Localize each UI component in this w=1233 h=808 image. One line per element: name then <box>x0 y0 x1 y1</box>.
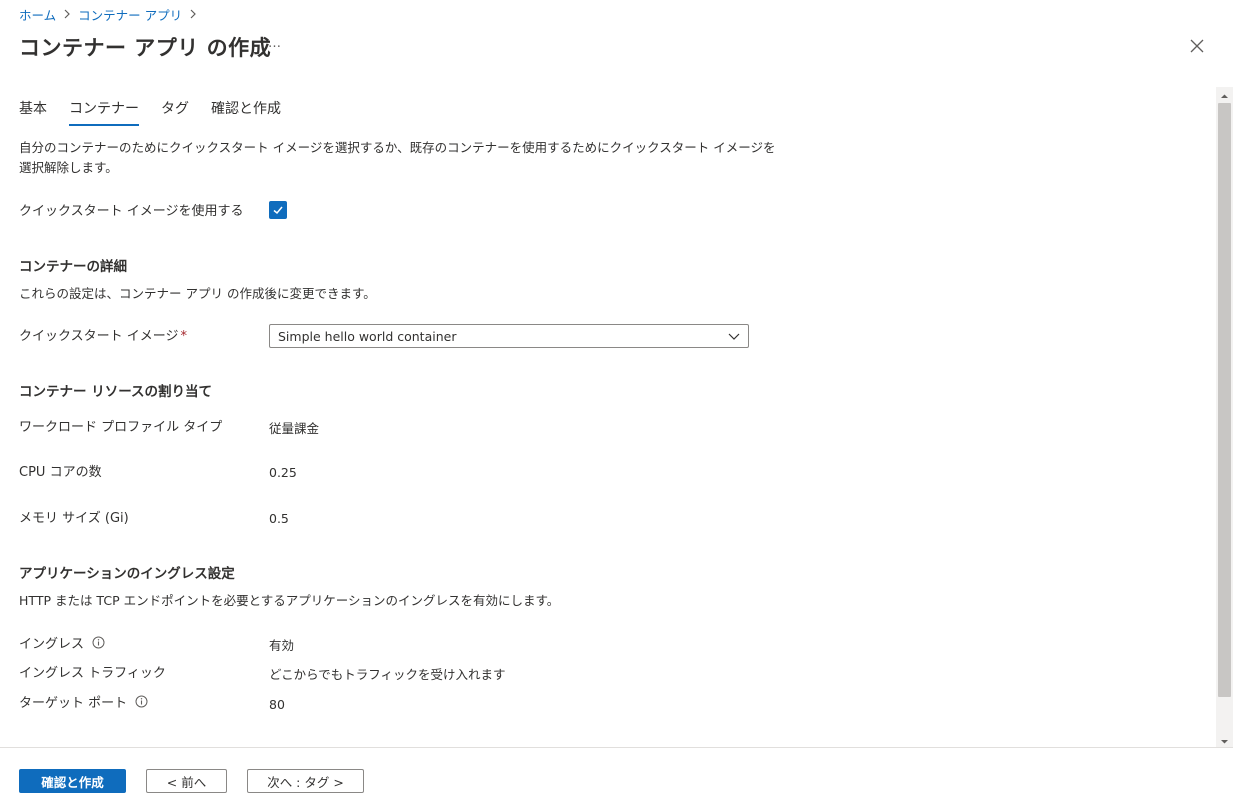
container-details-title: コンテナーの詳細 <box>19 259 127 275</box>
previous-button[interactable]: < 前へ <box>146 769 227 793</box>
footer-bar: 確認と作成 < 前へ 次へ : タグ > <box>0 747 1233 808</box>
quickstart-checkbox[interactable] <box>269 201 287 219</box>
workload-profile-value: 従量課金 <box>269 421 320 436</box>
chevron-down-icon <box>728 330 740 345</box>
ingress-traffic-value: どこからでもトラフィックを受け入れます <box>269 667 506 682</box>
info-icon[interactable] <box>135 695 148 712</box>
breadcrumb: ホーム コンテナー アプリ <box>19 5 204 24</box>
next-tags-button[interactable]: 次へ : タグ > <box>247 769 364 793</box>
ingress-label: イングレス <box>19 633 105 653</box>
ingress-desc: HTTP または TCP エンドポイントを必要とするアプリケーションのイングレス… <box>19 593 560 608</box>
review-create-button[interactable]: 確認と作成 <box>19 769 126 793</box>
scroll-down-arrow-icon[interactable] <box>1220 735 1229 744</box>
tab-review-create[interactable]: 確認と作成 <box>211 96 281 126</box>
tab-tags[interactable]: タグ <box>161 96 189 126</box>
memory-size-value: 0.5 <box>269 511 289 526</box>
quickstart-image-label: クイックスタート イメージ * <box>19 325 187 344</box>
scrollbar-thumb[interactable] <box>1218 103 1231 697</box>
ingress-traffic-label: イングレス トラフィック <box>19 666 166 681</box>
chevron-right-icon <box>63 8 71 22</box>
tab-basics[interactable]: 基本 <box>19 96 47 126</box>
more-options-button[interactable]: … <box>268 36 282 51</box>
cpu-cores-value: 0.25 <box>269 465 297 480</box>
target-port-label-text: ターゲット ポート <box>19 696 128 711</box>
intro-line-1: 自分のコンテナーのためにクイックスタート イメージを選択するか、既存のコンテナー… <box>19 140 776 155</box>
intro-description: 自分のコンテナーのためにクイックスタート イメージを選択するか、既存のコンテナー… <box>19 138 775 178</box>
tab-container[interactable]: コンテナー <box>69 96 139 126</box>
info-icon[interactable] <box>92 636 105 653</box>
ingress-title: アプリケーションのイングレス設定 <box>19 566 235 582</box>
vertical-scrollbar[interactable] <box>1216 87 1233 747</box>
breadcrumb-home-link[interactable]: ホーム <box>19 5 56 24</box>
container-details-desc: これらの設定は、コンテナー アプリ の作成後に変更できます。 <box>19 286 376 301</box>
quickstart-image-value: Simple hello world container <box>278 328 457 344</box>
quickstart-image-dropdown[interactable]: Simple hello world container <box>269 324 749 348</box>
cpu-cores-label: CPU コアの数 <box>19 465 102 480</box>
ingress-value: 有効 <box>269 638 295 653</box>
resources-title: コンテナー リソースの割り当て <box>19 384 213 400</box>
checkmark-icon <box>273 206 283 215</box>
breadcrumb-container-apps-link[interactable]: コンテナー アプリ <box>78 5 182 24</box>
scroll-up-arrow-icon[interactable] <box>1220 90 1229 99</box>
target-port-label: ターゲット ポート <box>19 692 148 712</box>
memory-size-label: メモリ サイズ (Gi) <box>19 511 129 526</box>
ingress-label-text: イングレス <box>19 637 85 652</box>
quickstart-label: クイックスタート イメージを使用する <box>19 204 244 219</box>
chevron-right-icon <box>189 8 197 22</box>
tab-bar: 基本 コンテナー タグ 確認と作成 <box>19 96 303 126</box>
page-title: コンテナー アプリ の作成 <box>19 36 272 60</box>
quickstart-image-label-text: クイックスタート イメージ <box>19 329 179 344</box>
close-icon[interactable] <box>1187 36 1207 56</box>
target-port-value: 80 <box>269 697 285 712</box>
workload-profile-label: ワークロード プロファイル タイプ <box>19 420 223 435</box>
required-mark: * <box>180 329 187 344</box>
intro-line-2: 選択解除します。 <box>19 160 118 175</box>
